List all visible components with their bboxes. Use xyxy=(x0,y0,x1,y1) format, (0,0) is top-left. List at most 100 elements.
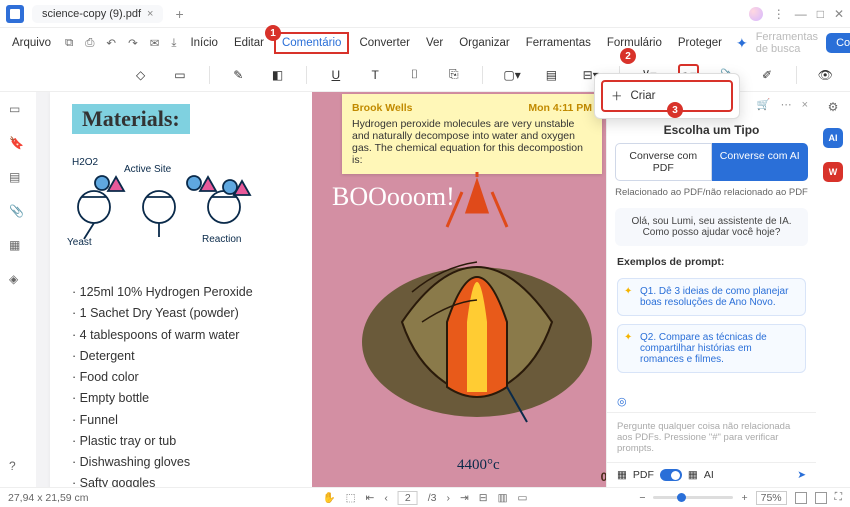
select-tool-icon[interactable]: ⬚ xyxy=(346,492,356,504)
reading-mode-icon[interactable]: ▥ xyxy=(498,492,508,504)
highlighter-icon[interactable]: ◇ xyxy=(130,64,151,86)
svg-text:H2O2: H2O2 xyxy=(72,157,99,168)
tutorial-callout-2: 2 xyxy=(620,48,636,64)
menu-bar: Arquivo ⧉ ⎙ ↶ ↷ ✉ ⤓ Início Editar Coment… xyxy=(0,28,850,58)
print-icon[interactable]: ⎙ xyxy=(81,35,98,52)
menu-proteger[interactable]: Proteger xyxy=(672,34,728,52)
fit-page-icon[interactable] xyxy=(815,492,827,504)
hand-tool-icon[interactable]: ✋ xyxy=(323,491,336,504)
menu-comentario[interactable]: Comentário xyxy=(274,32,349,54)
document-tab[interactable]: science-copy (9).pdf × xyxy=(32,5,163,23)
document-viewport[interactable]: Materials: H2O2 Active Site Yeast Reacti… xyxy=(36,92,606,487)
text-box-icon[interactable]: ⌷ xyxy=(404,64,425,86)
last-page-icon[interactable]: ⇥ xyxy=(460,492,469,504)
svg-text:Active Site: Active Site xyxy=(124,164,172,175)
kebab-menu-icon[interactable]: ⋮ xyxy=(773,7,785,21)
ai-badge-icon[interactable]: AI xyxy=(823,128,843,148)
left-sidebar: ▭ 🔖 ▤ 📎 ▦ ◈ ? xyxy=(0,92,36,487)
edit-comment-icon[interactable]: ✐ xyxy=(756,64,777,86)
zoom-out-icon[interactable]: − xyxy=(639,492,645,504)
underline-icon[interactable]: U xyxy=(325,64,346,86)
materials-heading: Materials: xyxy=(72,104,190,134)
help-icon[interactable]: ? xyxy=(9,459,27,477)
ai-panel-title: Escolha um Tipo xyxy=(607,117,816,143)
cart-icon[interactable]: 🛒 xyxy=(757,98,771,111)
list-item: Detergent xyxy=(72,346,253,367)
close-panel-icon[interactable]: × xyxy=(802,99,808,111)
pdf-mode-icon: ▦ xyxy=(617,469,627,481)
text-tool-icon[interactable]: T xyxy=(365,64,386,86)
prompt-example-1[interactable]: Q1. Dê 3 ideias de como planejar boas re… xyxy=(617,278,806,316)
menu-inicio[interactable]: Início xyxy=(184,34,224,52)
shape-icon[interactable]: ▢▾ xyxy=(501,64,522,86)
note-body: Hydrogen peroxide molecules are very uns… xyxy=(352,118,592,166)
first-page-icon[interactable]: ⇤ xyxy=(366,492,375,504)
menu-editar[interactable]: Editar xyxy=(228,34,270,52)
page-input[interactable]: 2 xyxy=(398,491,418,505)
prev-page-icon[interactable]: ‹ xyxy=(384,492,388,504)
menu-formulario[interactable]: Formulário xyxy=(601,34,668,52)
fit-width-icon[interactable] xyxy=(795,492,807,504)
note-icon[interactable]: ▤ xyxy=(541,64,562,86)
callout-icon[interactable]: ⎘ xyxy=(443,64,464,86)
menu-ver[interactable]: Ver xyxy=(420,34,449,52)
materials-list: 125ml 10% Hydrogen Peroxide 1 Sachet Dry… xyxy=(72,282,253,487)
status-bar: 27,94 x 21,59 cm ✋ ⬚ ⇤ ‹ 2 /3 › ⇥ ⊟ ▥ ▭ … xyxy=(0,487,850,507)
ai-greeting: Olá, sou Lumi, seu assistente de IA. Com… xyxy=(615,208,808,246)
window-minimize-icon[interactable]: — xyxy=(795,7,807,21)
list-item: 1 Sachet Dry Yeast (powder) xyxy=(72,303,253,324)
mail-icon[interactable]: ✉ xyxy=(146,34,164,52)
list-item: 125ml 10% Hydrogen Peroxide xyxy=(72,282,253,303)
undo-icon[interactable]: ↶ xyxy=(102,34,120,52)
window-close-icon[interactable]: ✕ xyxy=(834,7,844,21)
settings-icon[interactable]: ⚙ xyxy=(828,100,839,114)
menu-ferramentas[interactable]: Ferramentas xyxy=(520,34,597,52)
separator xyxy=(306,66,307,84)
ai-input-hint[interactable]: Pergunte qualquer coisa não relacionada … xyxy=(607,412,816,462)
eraser-icon[interactable]: ◧ xyxy=(267,64,288,86)
app-logo-icon xyxy=(6,5,24,23)
send-icon[interactable]: ➤ xyxy=(797,469,806,481)
comments-list-icon[interactable]: ▤ xyxy=(9,170,27,188)
bookmarks-icon[interactable]: 🔖 xyxy=(9,136,27,154)
more-icon[interactable]: ⋯ xyxy=(781,98,792,111)
scroll-mode-icon[interactable]: ⊟ xyxy=(479,492,488,504)
next-page-icon[interactable]: › xyxy=(446,492,450,504)
zoom-value[interactable]: 75% xyxy=(756,491,787,505)
separator xyxy=(209,66,210,84)
thumbnails-icon[interactable]: ▭ xyxy=(9,102,27,120)
pencil-icon[interactable]: ✎ xyxy=(228,64,249,86)
tool-search-input[interactable]: Ferramentas de busca xyxy=(756,31,818,55)
book-mode-icon[interactable]: ▭ xyxy=(518,492,528,504)
attachments-icon[interactable]: 📎 xyxy=(9,204,27,222)
layers-icon[interactable]: ◈ xyxy=(9,272,27,290)
new-tab-button[interactable]: + xyxy=(169,6,189,22)
tab-chat-pdf[interactable]: Converse com PDF xyxy=(615,143,712,181)
create-label: Criar xyxy=(631,90,656,102)
sticky-note[interactable]: Brook Wells Mon 4:11 PM Hydrogen peroxid… xyxy=(342,94,602,174)
tab-close-icon[interactable]: × xyxy=(147,8,153,20)
svg-text:Yeast: Yeast xyxy=(67,237,92,247)
word-badge-icon[interactable]: W xyxy=(823,162,843,182)
prompt-example-2[interactable]: Q2. Compare as técnicas de compartilhar … xyxy=(617,324,806,373)
area-highlight-icon[interactable]: ▭ xyxy=(169,64,190,86)
open-icon[interactable]: ⧉ xyxy=(61,35,77,52)
fields-icon[interactable]: ▦ xyxy=(9,238,27,256)
menu-organizar[interactable]: Organizar xyxy=(453,34,516,52)
menu-arquivo[interactable]: Arquivo xyxy=(6,34,57,52)
tab-chat-ai[interactable]: Converse com AI xyxy=(712,143,809,181)
svg-text:Reaction: Reaction xyxy=(202,234,241,245)
window-maximize-icon[interactable]: □ xyxy=(817,7,824,21)
zoom-in-icon[interactable]: + xyxy=(741,492,747,504)
save-icon[interactable]: ⤓ xyxy=(167,35,180,52)
fullscreen-icon[interactable]: ⛶ xyxy=(835,491,842,504)
menu-converter[interactable]: Converter xyxy=(353,34,416,52)
mode-toggle[interactable] xyxy=(660,469,682,481)
zoom-slider[interactable] xyxy=(653,496,733,499)
redo-icon[interactable]: ↷ xyxy=(124,34,142,52)
ai-sparkle-icon[interactable]: ✦ xyxy=(732,35,752,52)
hide-comments-icon[interactable]: 👁 xyxy=(815,64,836,86)
account-avatar-icon[interactable] xyxy=(749,7,763,21)
compass-icon[interactable]: ◎ xyxy=(617,396,627,408)
share-button[interactable]: Compartilhe xyxy=(826,33,850,53)
